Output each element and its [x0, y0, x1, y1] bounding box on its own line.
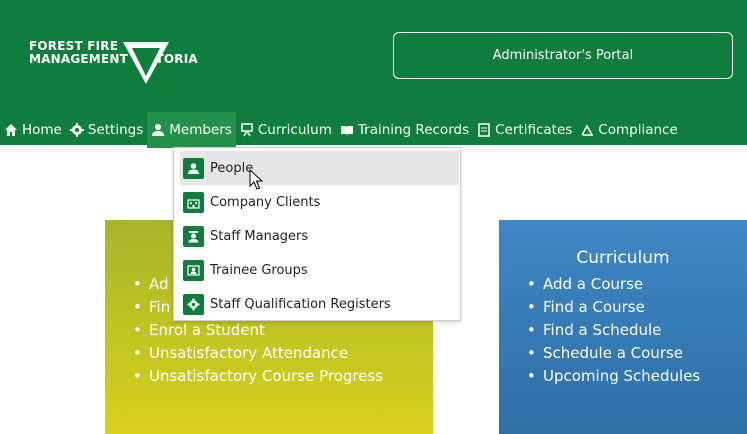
menu-item-company-clients-label: Company Clients — [210, 194, 321, 210]
home-icon — [4, 123, 18, 137]
menu-item-staff-qualification-registers-label: Staff Qualification Registers — [210, 296, 391, 312]
nav-compliance-label: Compliance — [598, 122, 678, 138]
menu-item-staff-qualification-registers[interactable]: Staff Qualification Registers — [180, 287, 459, 321]
curriculum-link[interactable]: • Schedule a Course — [527, 342, 700, 365]
nav-certificates[interactable]: Certificates — [473, 112, 576, 148]
students-link[interactable]: • Unsatisfactory Course Progress — [133, 365, 383, 388]
nav-settings[interactable]: Settings — [66, 112, 147, 148]
main-nav: Home Settings Members Curriculum Trainin… — [0, 112, 747, 148]
victoria-triangle-icon — [123, 42, 169, 84]
compliance-icon — [580, 123, 594, 137]
ffmv-logo[interactable]: FOREST FIRE MANAGEMENT VICTORIA — [29, 40, 239, 92]
nav-home[interactable]: Home — [0, 112, 66, 148]
nav-settings-label: Settings — [87, 122, 144, 138]
menu-item-people-label: People — [210, 160, 254, 176]
curriculum-card-title: Curriculum — [576, 248, 670, 268]
manager-icon — [183, 225, 204, 247]
logo-line-1: FOREST FIRE — [29, 39, 119, 53]
site-header: FOREST FIRE MANAGEMENT VICTORIA Administ… — [0, 0, 747, 148]
menu-item-staff-managers[interactable]: Staff Managers — [180, 219, 459, 253]
building-icon — [183, 191, 204, 213]
nav-compliance[interactable]: Compliance — [576, 112, 681, 148]
nav-curriculum[interactable]: Curriculum — [236, 112, 336, 148]
mouse-cursor-icon — [249, 169, 263, 190]
students-link[interactable]: • Enrol a Student — [133, 319, 383, 342]
students-link[interactable]: • Unsatisfactory Attendance — [133, 342, 383, 365]
nav-home-label: Home — [22, 122, 62, 138]
book-icon — [340, 123, 354, 137]
curriculum-link[interactable]: • Upcoming Schedules — [527, 365, 700, 388]
easel-icon — [240, 123, 254, 137]
members-dropdown-menu: People Company Clients Staff Managers Tr… — [173, 147, 461, 321]
logo-line-2: MANAGEMENT VICTORIA — [29, 52, 198, 66]
administrators-portal-label: Administrator's Portal — [393, 32, 733, 79]
nav-training-records-label: Training Records — [357, 122, 470, 138]
curriculum-card: Curriculum • Add a Course • Find a Course … — [499, 220, 747, 434]
menu-item-trainee-groups-label: Trainee Groups — [210, 262, 308, 278]
gear-icon — [183, 293, 204, 315]
menu-item-trainee-groups[interactable]: Trainee Groups — [180, 253, 459, 287]
curriculum-link[interactable]: • Find a Course — [527, 296, 700, 319]
nav-curriculum-label: Curriculum — [257, 122, 332, 138]
nav-certificates-label: Certificates — [495, 122, 573, 138]
menu-item-company-clients[interactable]: Company Clients — [180, 185, 459, 219]
menu-item-people[interactable]: People — [180, 151, 459, 185]
curriculum-link[interactable]: • Find a Schedule — [527, 319, 700, 342]
menu-item-staff-managers-label: Staff Managers — [210, 228, 309, 244]
person-icon — [183, 157, 204, 179]
nav-training-records[interactable]: Training Records — [336, 112, 473, 148]
curriculum-link[interactable]: • Add a Course — [527, 273, 700, 296]
group-icon — [183, 259, 204, 281]
gear-icon — [69, 123, 84, 137]
nav-members[interactable]: Members — [147, 112, 236, 148]
certificate-icon — [477, 123, 491, 137]
members-icon — [151, 123, 165, 137]
curriculum-links: • Add a Course • Find a Course • Find a Sch… — [527, 273, 700, 388]
nav-members-label: Members — [169, 122, 232, 138]
